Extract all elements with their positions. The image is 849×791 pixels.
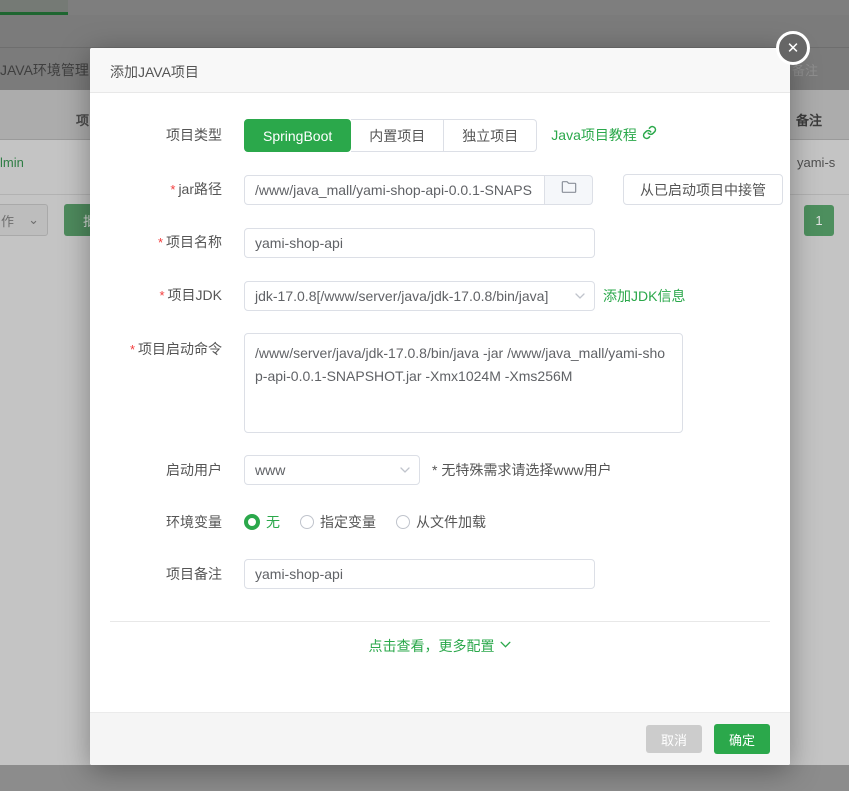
background-row-name-link: lmin (0, 155, 24, 170)
background-band (0, 15, 849, 48)
background-action-select: 作 ⌄ (0, 204, 48, 236)
type-springboot-button[interactable]: SpringBoot (244, 119, 351, 152)
env-from-file-radio[interactable]: 从文件加载 (396, 512, 486, 532)
divider (110, 621, 770, 622)
takeover-running-project-button[interactable]: 从已启动项目中接管 (623, 174, 783, 205)
radio-icon (300, 515, 314, 529)
required-asterisk: * (130, 342, 135, 357)
env-vars-radio-group: 无 指定变量 从文件加载 (244, 507, 486, 537)
background-col-project: 项 (76, 110, 89, 129)
jar-path-row: *jar路径 从已启动项目中接管 (90, 174, 790, 205)
jar-path-input[interactable] (244, 175, 545, 205)
chevron-down-icon (499, 638, 512, 654)
run-user-row: 启动用户 www * 无特殊需求请选择www用户 (90, 455, 790, 485)
project-jdk-label: *项目JDK (112, 280, 222, 311)
link-icon (642, 119, 657, 152)
jdk-select-value: jdk-17.0.8[/www/server/java/jdk-17.0.8/b… (255, 288, 548, 304)
start-command-textarea[interactable]: /www/server/java/jdk-17.0.8/bin/java -ja… (244, 333, 683, 433)
background-window-title: JAVA环境管理 (0, 60, 89, 80)
start-command-row: *项目启动命令 /www/server/java/jdk-17.0.8/bin/… (90, 333, 790, 433)
background-row-remark: yami-s (797, 155, 835, 170)
run-user-label: 启动用户 (112, 455, 222, 485)
project-type-row: 项目类型 SpringBoot 内置项目 独立项目 Java项目教程 (90, 119, 790, 152)
add-jdk-info-link[interactable]: 添加JDK信息 (603, 286, 685, 306)
background-active-tab (0, 0, 68, 15)
start-command-label: *项目启动命令 (112, 333, 222, 361)
background-pager-page-1: 1 (804, 205, 834, 236)
dialog-body: 项目类型 SpringBoot 内置项目 独立项目 Java项目教程 *jar路… (90, 93, 790, 656)
dialog-header: 添加JAVA项目 ✕ (90, 48, 790, 93)
chevron-down-icon (399, 464, 411, 476)
env-vars-row: 环境变量 无 指定变量 从文件加载 (90, 507, 790, 537)
chevron-down-icon (574, 290, 586, 302)
run-user-value: www (255, 462, 285, 478)
required-asterisk: * (170, 182, 175, 197)
jdk-select[interactable]: jdk-17.0.8[/www/server/java/jdk-17.0.8/b… (244, 281, 595, 311)
project-type-segment: SpringBoot 内置项目 独立项目 (244, 119, 537, 152)
chevron-down-icon: ⌄ (28, 212, 39, 228)
add-java-project-dialog: 添加JAVA项目 ✕ 项目类型 SpringBoot 内置项目 独立项目 Jav… (90, 48, 790, 765)
project-name-row: *项目名称 (90, 227, 790, 258)
type-standalone-button[interactable]: 独立项目 (444, 119, 537, 152)
radio-icon (396, 515, 410, 529)
cancel-button[interactable]: 取消 (646, 725, 702, 753)
env-vars-label: 环境变量 (112, 507, 222, 537)
project-note-row: 项目备注 (90, 559, 790, 589)
env-specify-radio[interactable]: 指定变量 (300, 512, 376, 532)
required-asterisk: * (158, 235, 163, 250)
run-user-select[interactable]: www (244, 455, 420, 485)
env-none-radio[interactable]: 无 (244, 512, 280, 532)
close-icon[interactable]: ✕ (776, 31, 810, 65)
folder-icon (561, 180, 577, 199)
confirm-button[interactable]: 确定 (714, 724, 770, 754)
more-config-row: 点击查看，更多配置 (90, 636, 790, 656)
project-note-input[interactable] (244, 559, 595, 589)
project-name-label: *项目名称 (112, 227, 222, 258)
project-jdk-row: *项目JDK jdk-17.0.8[/www/server/java/jdk-1… (90, 280, 790, 311)
type-builtin-button[interactable]: 内置项目 (351, 119, 444, 152)
radio-icon (244, 514, 260, 530)
required-asterisk: * (159, 288, 164, 303)
browse-folder-button[interactable] (545, 175, 593, 205)
java-tutorial-link[interactable]: Java项目教程 (551, 119, 657, 152)
dialog-title: 添加JAVA项目 (110, 62, 199, 82)
more-config-link[interactable]: 点击查看，更多配置 (369, 636, 512, 656)
background-col-remark: 备注 (796, 110, 822, 129)
dialog-footer: 取消 确定 (90, 712, 790, 765)
run-user-tip: * 无特殊需求请选择www用户 (432, 460, 612, 480)
background-bottom-band (0, 765, 849, 791)
project-type-label: 项目类型 (112, 119, 222, 152)
project-name-input[interactable] (244, 228, 595, 258)
project-note-label: 项目备注 (112, 559, 222, 589)
jar-path-label: *jar路径 (112, 174, 222, 205)
background-tab-bar (0, 0, 849, 15)
